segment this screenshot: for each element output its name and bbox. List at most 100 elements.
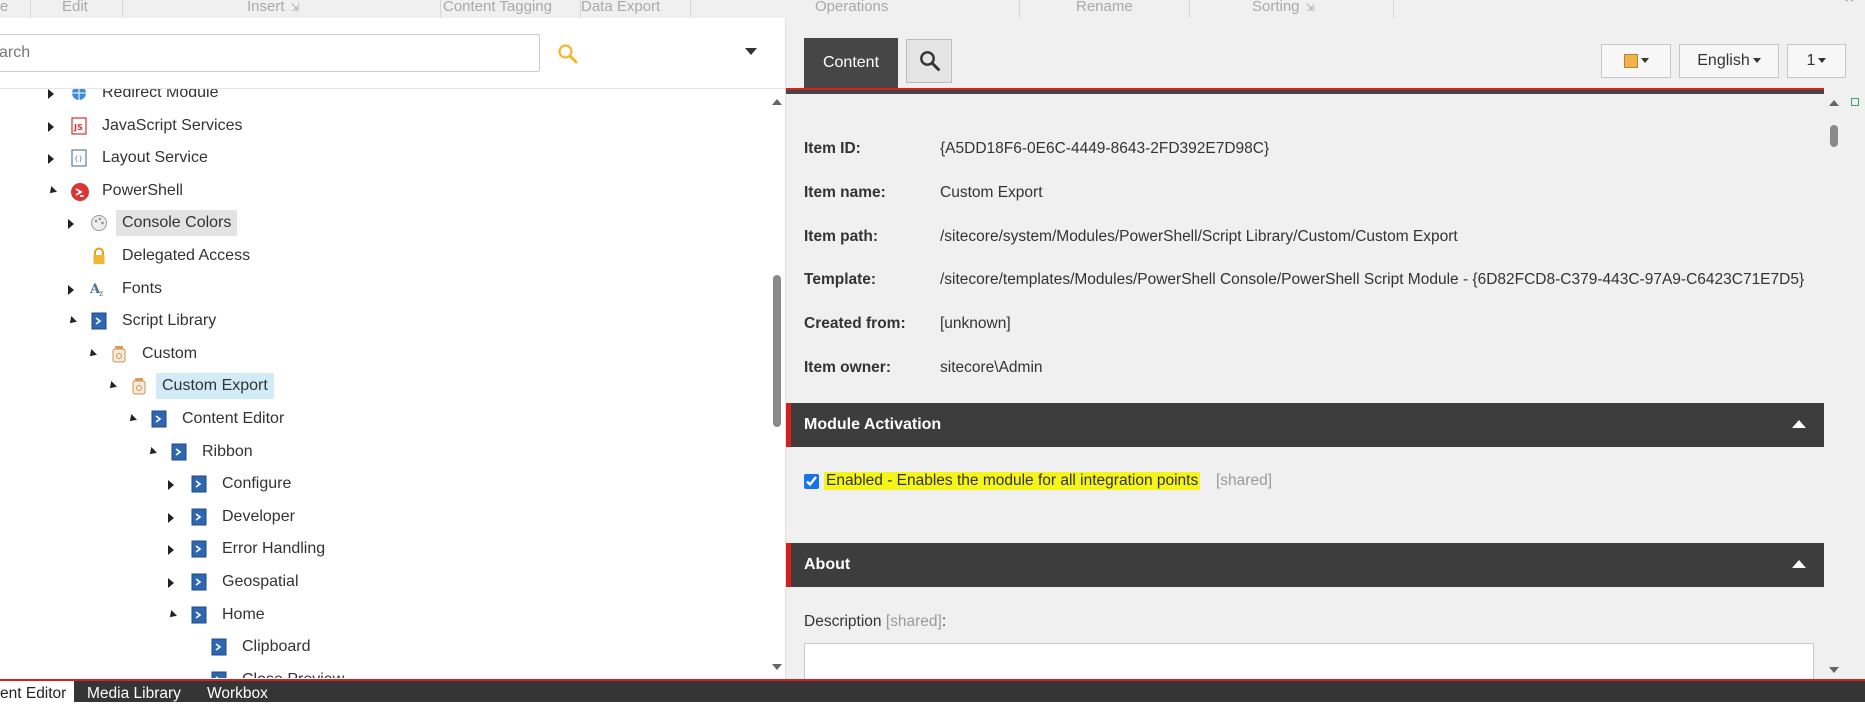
field-label: Description [804, 613, 882, 630]
description-input[interactable] [804, 643, 1814, 683]
collapse-arrow-icon[interactable] [48, 121, 54, 132]
tree-node-label[interactable]: JavaScript Services [96, 113, 249, 139]
shared-tag: [shared] [885, 613, 942, 630]
expand-arrow-icon[interactable] [127, 414, 137, 424]
tree-node-label[interactable]: Developer [216, 504, 301, 530]
scrollbar-thumb[interactable] [1830, 125, 1838, 147]
search-icon[interactable] [557, 43, 579, 65]
tree-node-label[interactable]: PowerShell [96, 178, 189, 204]
tree-node-label[interactable]: Home [216, 602, 271, 628]
field-key: Template: [804, 271, 877, 288]
taskbar-tab-content-editor[interactable]: ent Editor [0, 681, 74, 702]
taskbar-tab-label: ent Editor [0, 685, 67, 702]
svg-text:{}: {} [74, 155, 83, 163]
ribbon-group-rename[interactable]: Rename [1020, 0, 1190, 18]
taskbar-tab-media-library[interactable]: Media Library [87, 681, 181, 702]
taskbar-tab-workbox[interactable]: Workbox [207, 681, 268, 702]
collapse-arrow-icon[interactable] [168, 512, 174, 523]
section-title: Module Activation [804, 416, 942, 433]
field-key: Created from: [804, 315, 906, 332]
tree-node-label[interactable]: Clipboard [236, 634, 316, 660]
editor-search-button[interactable] [906, 39, 952, 83]
tree-node-label[interactable]: Ribbon [196, 439, 259, 465]
field-key: Item path: [804, 228, 879, 245]
tab-content[interactable]: Content [804, 38, 898, 88]
collapse-arrow-icon[interactable] [48, 154, 54, 165]
ribbon-group-data-export[interactable]: Data Export [581, 0, 691, 18]
chevron-up-icon[interactable] [1792, 560, 1806, 568]
ribbon-group-insert[interactable]: Insert ⇲ [123, 0, 441, 18]
tree-node-label[interactable]: Fonts [116, 276, 168, 302]
section-about[interactable]: About [786, 543, 1824, 587]
chevron-up-icon[interactable] [1792, 420, 1806, 428]
scroll-down-arrow-icon[interactable] [1829, 667, 1839, 673]
collapse-arrow-icon[interactable] [168, 578, 174, 588]
content-tree-pane: Redirect Module JS JavaScript Services {} La… [0, 18, 786, 679]
tree-node-label[interactable]: Script Library [116, 308, 222, 334]
ribbon-group-label: Sorting [1252, 0, 1300, 15]
tree-node-label[interactable]: Redirect Module [96, 89, 225, 106]
tree-node-label[interactable]: Close Preview [236, 667, 350, 678]
svg-text:z: z [99, 289, 103, 298]
expand-arrow-icon[interactable] [107, 381, 117, 392]
expand-arrow-icon[interactable] [87, 348, 97, 359]
expand-arrow-icon[interactable] [167, 609, 177, 620]
ribbon-group-content-tagging[interactable]: Content Tagging [441, 0, 581, 18]
chevron-up-icon[interactable]: ⌃ [1842, 0, 1857, 15]
section-title: About [804, 556, 851, 573]
save-menu-button[interactable] [1601, 44, 1671, 78]
search-options-dropdown-icon[interactable] [745, 48, 757, 55]
enabled-label[interactable]: Enabled - Enables the module for all int… [824, 472, 1201, 490]
tree-node-label[interactable]: Configure [216, 471, 297, 497]
save-icon [1623, 53, 1638, 68]
taskbar-tab-label: Workbox [207, 685, 268, 702]
ribbon-group-e[interactable]: e [0, 0, 31, 18]
tree-node-label[interactable]: Content Editor [176, 406, 290, 432]
section-module-activation[interactable]: Module Activation [786, 403, 1824, 447]
ribbon-group-label: Edit [62, 0, 88, 15]
ribbon-group-sorting[interactable]: Sorting ⇲ [1190, 0, 1394, 18]
field-key: Item owner: [804, 359, 891, 376]
template-link[interactable]: /sitecore/templates/Modules/PowerShell C… [940, 271, 1804, 289]
version-button[interactable]: 1 [1787, 44, 1846, 78]
ribbon-group-operations[interactable]: Operations [691, 0, 1020, 18]
expand-arrow-icon[interactable] [47, 185, 57, 196]
tree-node-label[interactable]: Geospatial [216, 569, 305, 595]
scrollbar-thumb[interactable] [773, 275, 781, 427]
chevron-down-icon [1640, 58, 1649, 64]
layout-icon: {} [70, 149, 88, 167]
scroll-down-arrow-icon[interactable] [772, 664, 782, 670]
editor-scrollbar[interactable] [1824, 94, 1844, 679]
tree-node-label[interactable]: Error Handling [216, 536, 331, 562]
expand-arrow-icon[interactable] [147, 446, 157, 457]
scroll-up-arrow-icon[interactable] [772, 99, 782, 105]
collapse-arrow-icon[interactable] [68, 219, 74, 230]
tree-node-label[interactable]: Layout Service [96, 145, 214, 171]
tree-node-label[interactable]: Delegated Access [116, 243, 256, 269]
script-icon [190, 606, 208, 624]
field-value: Custom Export [940, 184, 1043, 201]
tree-scrollbar[interactable] [768, 89, 785, 678]
application-taskbar: ent Editor Media Library Workbox [0, 679, 1865, 702]
tree-node-label[interactable]: Custom [136, 341, 203, 367]
tree-node-label[interactable]: Custom Export [156, 373, 274, 400]
enabled-checkbox[interactable] [804, 474, 819, 489]
field-value[interactable]: {A5DD18F6-0E6C-4449-8643-2FD392E7D98C} [940, 140, 1269, 158]
tree-node-label[interactable]: Console Colors [116, 210, 238, 237]
scroll-up-arrow-icon[interactable] [1829, 100, 1839, 106]
collapse-arrow-icon[interactable] [68, 284, 74, 295]
ribbon-group-edit[interactable]: Edit [30, 0, 123, 18]
expand-arrow-icon[interactable] [67, 316, 77, 327]
shared-tag: [shared] [1216, 472, 1273, 489]
expand-group-icon[interactable]: ⇲ [291, 2, 300, 14]
language-button[interactable]: English [1679, 44, 1779, 78]
collapse-arrow-icon[interactable] [168, 480, 174, 491]
script-icon [90, 312, 108, 330]
collapse-arrow-icon[interactable] [48, 89, 54, 99]
script-icon [190, 475, 208, 493]
palette-icon [90, 214, 108, 232]
expand-group-icon[interactable]: ⇲ [1306, 2, 1315, 14]
search-input[interactable] [0, 34, 540, 72]
powershell-icon [70, 182, 89, 201]
collapse-arrow-icon[interactable] [168, 545, 174, 556]
